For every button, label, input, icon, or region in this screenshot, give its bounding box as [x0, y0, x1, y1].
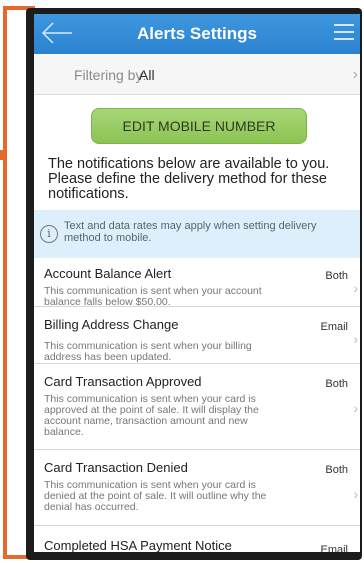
alert-item-account-balance[interactable]: Account Balance Alert Both This communic…: [34, 258, 360, 308]
chevron-right-icon: ›: [353, 400, 358, 416]
alert-title: Account Balance Alert: [44, 266, 172, 281]
annotation-bracket-tick: [0, 150, 7, 160]
intro-text: The notifications below are available to…: [48, 156, 330, 202]
alert-item-billing-address[interactable]: Billing Address Change Email This commun…: [34, 307, 360, 364]
chevron-right-icon: ›: [353, 486, 358, 502]
filter-selector[interactable]: Filtering by: All ›: [34, 54, 360, 95]
info-banner: i Text and data rates may apply when set…: [34, 210, 360, 258]
alert-delivery-method: Both: [325, 464, 348, 476]
alert-item-hsa-payment[interactable]: Completed HSA Payment Notice Email: [34, 526, 360, 552]
chevron-right-icon: ›: [353, 280, 358, 296]
chevron-right-icon: ›: [353, 331, 358, 347]
alert-delivery-method: Both: [325, 378, 348, 390]
alert-title: Billing Address Change: [44, 317, 179, 332]
chevron-right-icon: ›: [352, 66, 358, 83]
alert-description: This communication is sent when your acc…: [44, 285, 262, 308]
annotation-bracket-side: [3, 6, 7, 559]
alert-title: Card Transaction Denied: [44, 460, 188, 475]
alert-delivery-method: Both: [325, 270, 348, 282]
alerts-list: Account Balance Alert Both This communic…: [34, 258, 360, 552]
edit-mobile-number-button[interactable]: EDIT MOBILE NUMBER: [91, 108, 307, 144]
alert-title: Completed HSA Payment Notice: [44, 538, 232, 552]
alert-title: Card Transaction Approved: [44, 374, 202, 389]
hamburger-menu-icon[interactable]: [334, 24, 354, 42]
alert-description: This communication is sent when your car…: [44, 479, 267, 513]
alert-delivery-method: Email: [320, 544, 348, 552]
alert-delivery-method: Email: [320, 321, 348, 333]
alert-item-card-approved[interactable]: Card Transaction Approved Both This comm…: [34, 364, 360, 450]
info-icon: i: [40, 225, 58, 243]
filter-value: All: [139, 67, 155, 83]
alert-description: This communication is sent when your bil…: [44, 340, 252, 363]
info-banner-text: Text and data rates may apply when setti…: [64, 220, 317, 244]
alert-item-card-denied[interactable]: Card Transaction Denied Both This commun…: [34, 450, 360, 526]
alert-description: This communication is sent when your car…: [44, 393, 259, 438]
app-screen: Alerts Settings Filtering by: All › EDIT…: [34, 14, 360, 552]
page-title: Alerts Settings: [137, 24, 257, 43]
app-header: Alerts Settings: [34, 14, 360, 54]
filter-label: Filtering by:: [74, 67, 147, 83]
